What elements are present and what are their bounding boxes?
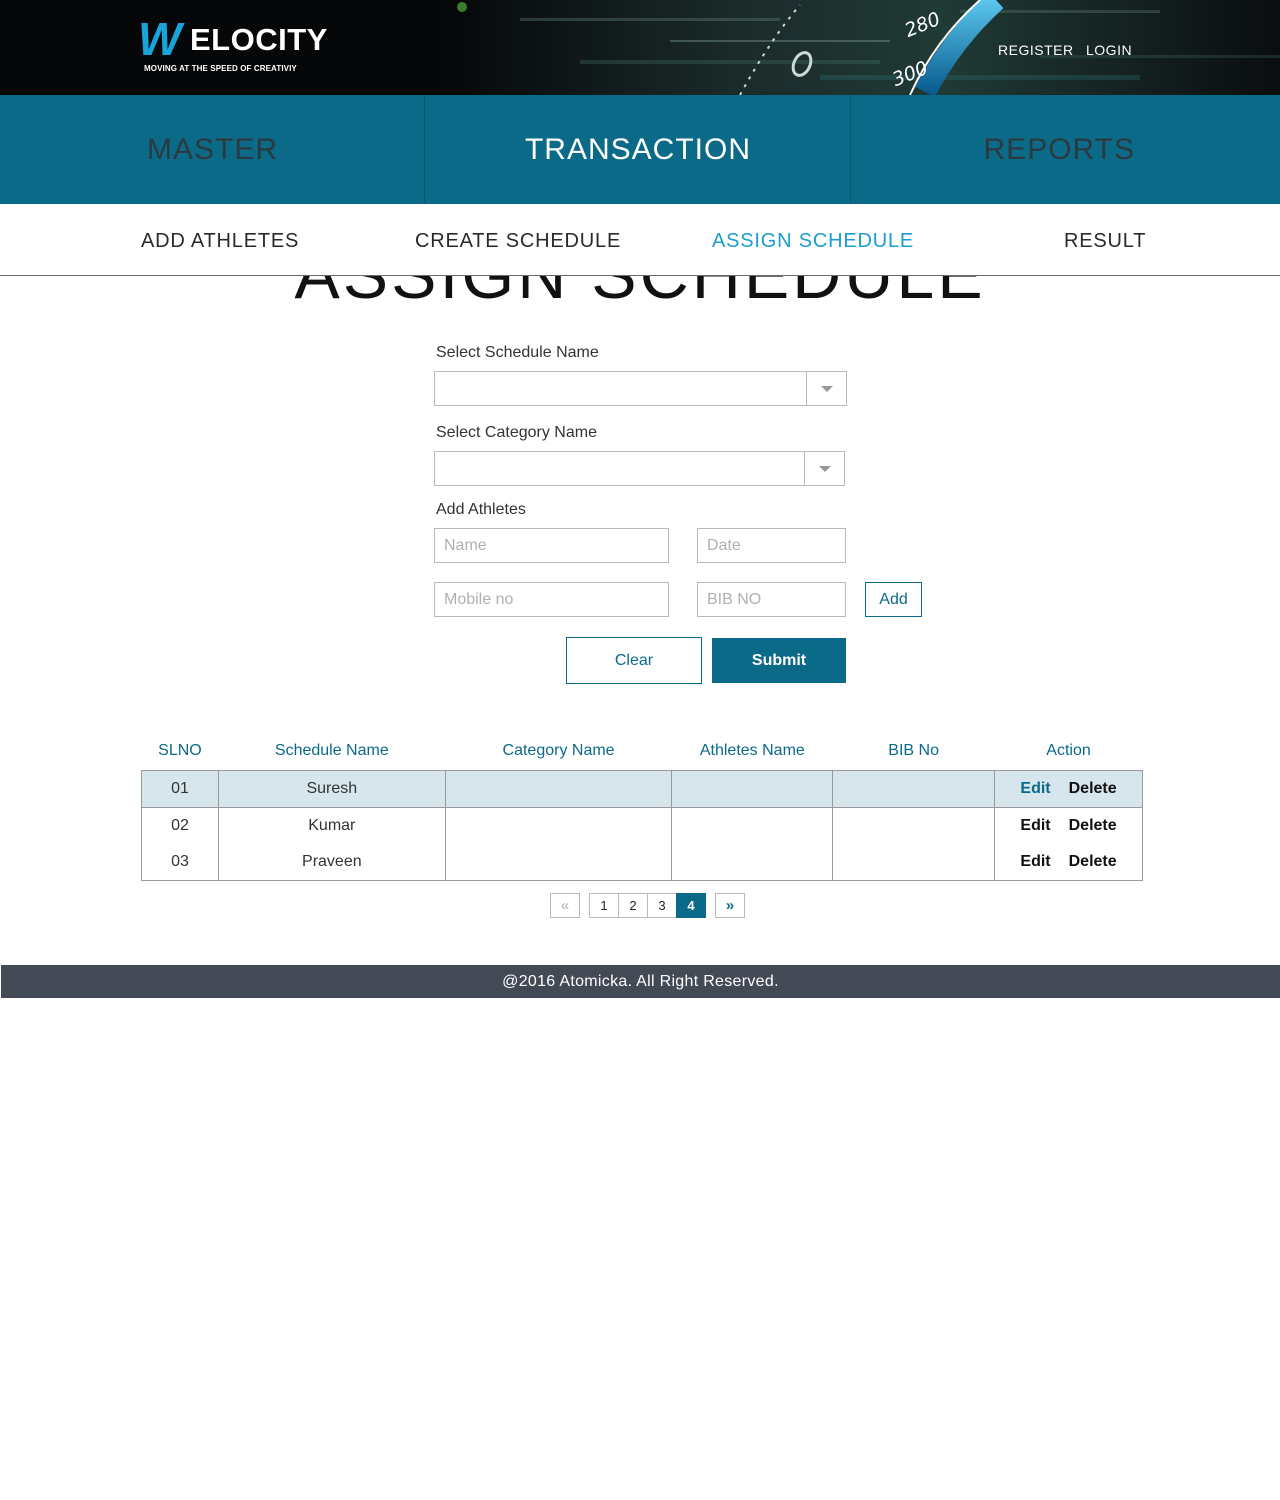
column-header-slno: SLNO xyxy=(158,741,202,759)
delete-button[interactable]: Delete xyxy=(1069,853,1117,870)
column-header-action: Action xyxy=(1046,741,1091,759)
delete-button[interactable]: Delete xyxy=(1069,780,1117,797)
logo-mark: W xyxy=(138,13,181,65)
cell-schedule-name: Praveen xyxy=(217,844,446,881)
category-name-label: Select Category Name xyxy=(436,424,597,441)
pagination-page-2[interactable]: 2 xyxy=(618,893,648,918)
cell-slno: 01 xyxy=(141,769,219,808)
cell-slno: 02 xyxy=(141,807,219,844)
table-row[interactable]: 03 Praveen Edit Delete xyxy=(141,844,1143,881)
logo-wordmark: ELOCITY xyxy=(190,22,328,57)
login-link[interactable]: LOGIN xyxy=(1086,42,1132,58)
site-header: 280 300 W ELOCITY MOVING AT THE SPEED OF… xyxy=(0,0,1280,95)
column-header-schedule-name: Schedule Name xyxy=(274,741,389,759)
subnav-add-athletes[interactable]: ADD ATHLETES xyxy=(141,230,299,253)
site-footer: @2016 Atomicka. All Right Reserved. xyxy=(1,965,1280,998)
speedometer-banner-image: 280 300 xyxy=(440,0,1280,95)
caret-down-icon xyxy=(818,465,831,472)
schedule-name-label: Select Schedule Name xyxy=(436,344,599,361)
table-header-row: SLNO Schedule Name Category Name Athlete… xyxy=(142,732,1143,770)
bib-no-input[interactable] xyxy=(697,582,846,617)
sub-nav: ADD ATHLETES CREATE SCHEDULE ASSIGN SCHE… xyxy=(0,204,1280,276)
column-header-bib-no: BIB No xyxy=(888,741,939,759)
column-header-athletes-name: Athletes Name xyxy=(699,741,805,759)
category-dropdown-toggle[interactable] xyxy=(804,452,844,485)
cell-bib-no xyxy=(832,769,996,808)
pagination-page-4[interactable]: 4 xyxy=(676,893,706,918)
edit-button[interactable]: Edit xyxy=(1020,853,1050,870)
caret-down-icon xyxy=(820,385,833,392)
cell-action: Edit Delete xyxy=(994,844,1143,881)
cell-schedule-name: Kumar xyxy=(217,807,446,844)
cell-category-name xyxy=(444,769,673,808)
column-header-category-name: Category Name xyxy=(502,741,615,759)
pagination-page-3[interactable]: 3 xyxy=(647,893,677,918)
tab-master[interactable]: MASTER xyxy=(0,95,425,204)
logo-tagline: MOVING AT THE SPEED OF CREATIVIY xyxy=(144,64,297,73)
table-row[interactable]: 02 Kumar Edit Delete xyxy=(141,807,1143,844)
category-name-select[interactable] xyxy=(434,451,845,486)
pagination-page-1[interactable]: 1 xyxy=(589,893,619,918)
date-input[interactable] xyxy=(697,528,846,563)
cell-athletes-name xyxy=(671,769,834,808)
add-athlete-button[interactable]: Add xyxy=(865,582,922,617)
cell-athletes-name xyxy=(671,807,834,844)
cell-action: Edit Delete xyxy=(994,769,1143,808)
assignments-table: SLNO Schedule Name Category Name Athlete… xyxy=(141,732,1143,881)
main-nav: MASTER TRANSACTION REPORTS xyxy=(0,95,1280,204)
edit-button[interactable]: Edit xyxy=(1020,780,1050,797)
athlete-name-input[interactable] xyxy=(434,528,669,563)
schedule-name-select[interactable] xyxy=(434,371,847,406)
delete-button[interactable]: Delete xyxy=(1069,817,1117,834)
cell-bib-no xyxy=(832,844,996,881)
table-row[interactable]: 01 Suresh Edit Delete xyxy=(141,769,1143,808)
schedule-dropdown-toggle[interactable] xyxy=(806,372,846,405)
site-logo[interactable]: W ELOCITY MOVING AT THE SPEED OF CREATIV… xyxy=(138,12,327,78)
cell-athletes-name xyxy=(671,844,834,881)
subnav-result[interactable]: RESULT xyxy=(1064,230,1146,253)
cell-category-name xyxy=(444,844,673,881)
cell-slno: 03 xyxy=(141,844,219,881)
tab-reports[interactable]: REPORTS xyxy=(852,95,1280,204)
cell-schedule-name: Suresh xyxy=(217,769,446,808)
pagination-prev-icon[interactable]: « xyxy=(550,893,580,918)
add-athletes-label: Add Athletes xyxy=(436,501,526,518)
register-link[interactable]: REGISTER xyxy=(998,42,1074,58)
pagination-next-icon[interactable]: » xyxy=(715,893,745,918)
cell-action: Edit Delete xyxy=(994,807,1143,844)
copyright-text: @2016 Atomicka. All Right Reserved. xyxy=(502,972,779,990)
subnav-assign-schedule[interactable]: ASSIGN SCHEDULE xyxy=(712,230,914,253)
mobile-input[interactable] xyxy=(434,582,669,617)
subnav-create-schedule[interactable]: CREATE SCHEDULE xyxy=(415,230,621,253)
clear-button[interactable]: Clear xyxy=(566,637,702,684)
cell-category-name xyxy=(444,807,673,844)
submit-button[interactable]: Submit xyxy=(712,638,846,683)
edit-button[interactable]: Edit xyxy=(1020,817,1050,834)
cell-bib-no xyxy=(832,807,996,844)
tab-transaction[interactable]: TRANSACTION xyxy=(426,95,851,204)
